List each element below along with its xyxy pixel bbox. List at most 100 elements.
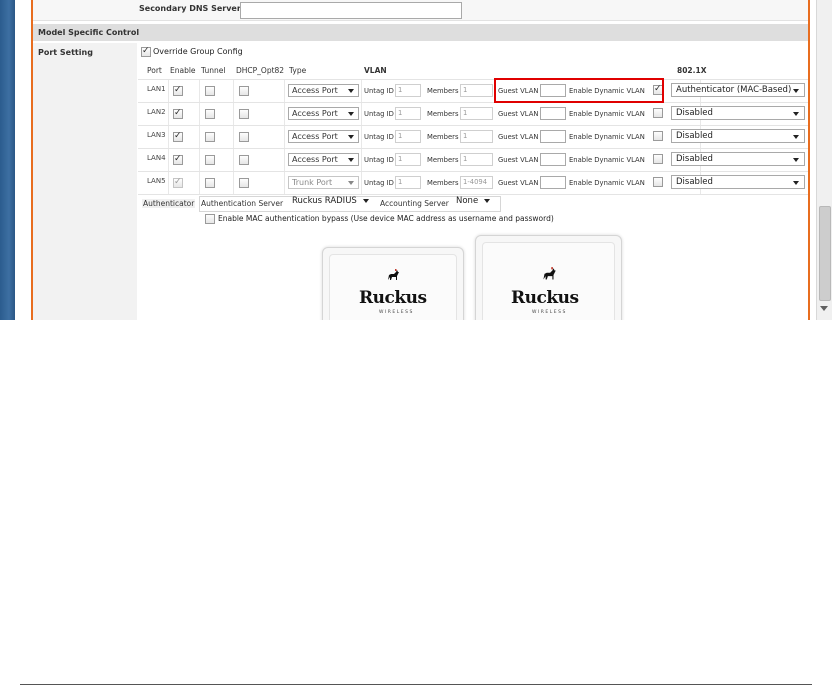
guest-vlan-label: Guest VLAN	[498, 110, 539, 118]
dynamic-vlan-checkbox[interactable]	[653, 108, 663, 118]
dhcp-opt82-checkbox[interactable]	[239, 155, 249, 165]
column-divider	[233, 103, 234, 125]
dot1x-select[interactable]: Disabled	[671, 175, 805, 189]
column-divider	[284, 103, 285, 125]
chevron-down-icon	[348, 112, 354, 116]
chevron-down-icon	[484, 198, 491, 203]
tunnel-checkbox[interactable]	[205, 132, 215, 142]
dynamic-vlan-checkbox[interactable]	[653, 177, 663, 187]
secondary-dns-row: Secondary DNS Server	[33, 0, 808, 21]
secondary-dns-label: Secondary DNS Server	[139, 4, 241, 13]
scrollbar-thumb[interactable]	[819, 206, 831, 301]
frame-border-right	[808, 0, 810, 320]
untag-id-input[interactable]: 1	[395, 107, 421, 120]
members-input[interactable]: 1	[460, 153, 493, 166]
dhcp-opt82-checkbox[interactable]	[239, 132, 249, 142]
column-divider	[168, 126, 169, 148]
untag-id-input[interactable]: 1	[395, 130, 421, 143]
device-brand-sub-right: WIRELESS	[532, 310, 567, 315]
enable-checkbox[interactable]	[173, 176, 183, 188]
members-label: Members	[427, 156, 459, 164]
tunnel-checkbox[interactable]	[205, 178, 215, 188]
dot1x-select[interactable]: Disabled	[671, 152, 805, 166]
untag-id-input[interactable]: 1	[395, 153, 421, 166]
tunnel-checkbox[interactable]	[205, 86, 215, 96]
dot1x-select[interactable]: Disabled	[671, 129, 805, 143]
dot1x-select[interactable]: Disabled	[671, 106, 805, 120]
vertical-scrollbar[interactable]	[816, 0, 832, 320]
access-point-image-right: Ruckus WIRELESS	[475, 235, 622, 320]
members-label: Members	[427, 179, 459, 187]
tunnel-checkbox[interactable]	[205, 155, 215, 165]
members-input[interactable]: 1	[460, 84, 493, 97]
scroll-down-arrow-icon[interactable]	[820, 306, 828, 311]
port-type-select[interactable]: Access Port	[288, 107, 359, 120]
guest-vlan-input[interactable]	[540, 153, 566, 166]
dynamic-vlan-checkbox[interactable]	[653, 154, 663, 164]
dhcp-opt82-checkbox[interactable]	[239, 109, 249, 119]
port-type-value: Trunk Port	[292, 178, 333, 187]
port-type-select[interactable]: Access Port	[288, 84, 359, 97]
col-header-dhcp: DHCP_Opt82	[236, 66, 285, 75]
column-divider	[361, 149, 362, 171]
dog-logo-icon	[543, 267, 556, 280]
dot1x-select[interactable]: Authenticator (MAC-Based)	[671, 83, 805, 97]
chevron-down-icon	[793, 89, 799, 93]
dynamic-vlan-checkbox[interactable]	[653, 131, 663, 141]
guest-vlan-input[interactable]	[540, 107, 566, 120]
secondary-dns-input[interactable]	[240, 2, 462, 19]
untag-id-input[interactable]: 1	[395, 84, 421, 97]
col-header-8021x: 802.1X	[677, 66, 707, 75]
guest-vlan-label: Guest VLAN	[498, 156, 539, 164]
col-header-vlan: VLAN	[364, 66, 387, 75]
acct-server-value: None	[456, 196, 479, 206]
untag-id-value: 1	[398, 132, 403, 140]
guest-vlan-input[interactable]	[540, 176, 566, 189]
members-input[interactable]: 1	[460, 130, 493, 143]
enable-checkbox[interactable]	[173, 130, 183, 142]
authenticator-label: Authenticator	[142, 199, 196, 208]
column-divider	[361, 126, 362, 148]
col-header-enable: Enable	[170, 66, 196, 75]
members-value: 1	[463, 109, 468, 117]
port-type-select[interactable]: Trunk Port	[288, 176, 359, 189]
untag-id-label: Untag ID	[364, 133, 394, 141]
port-name: LAN1	[147, 85, 166, 93]
column-divider	[199, 126, 200, 148]
mac-bypass-label: Enable MAC authentication bypass (Use de…	[218, 214, 554, 223]
auth-server-value: Ruckus RADIUS	[292, 196, 357, 206]
auth-server-select[interactable]: Ruckus RADIUS	[292, 196, 369, 206]
port-type-value: Access Port	[292, 109, 338, 118]
chevron-down-icon	[793, 112, 799, 116]
enable-checkbox[interactable]	[173, 107, 183, 119]
members-input[interactable]: 1-4094	[460, 176, 493, 189]
section-title: Model Specific Control	[38, 28, 140, 37]
dhcp-opt82-checkbox[interactable]	[239, 178, 249, 188]
dynamic-vlan-label: Enable Dynamic VLAN	[569, 156, 645, 164]
enable-checkbox[interactable]	[173, 84, 183, 96]
acct-server-select[interactable]: None	[456, 196, 491, 206]
chevron-down-icon	[348, 135, 354, 139]
members-input[interactable]: 1	[460, 107, 493, 120]
untag-id-value: 1	[398, 155, 403, 163]
device-brand-right: Ruckus	[511, 288, 579, 308]
enable-checkbox[interactable]	[173, 153, 183, 165]
mac-bypass-checkbox[interactable]	[205, 214, 215, 224]
override-group-config-checkbox[interactable]	[141, 45, 151, 57]
chevron-down-icon	[348, 181, 354, 185]
dynamic-vlan-label: Enable Dynamic VLAN	[569, 133, 645, 141]
dhcp-opt82-checkbox[interactable]	[239, 86, 249, 96]
port-type-select[interactable]: Access Port	[288, 130, 359, 143]
port-row: LAN2 Access Port Untag ID 1 Members 1 Guest VL…	[138, 102, 808, 125]
dot1x-value: Disabled	[676, 108, 713, 118]
column-divider	[233, 80, 234, 102]
members-label: Members	[427, 87, 459, 95]
acct-server-label: Accounting Server	[380, 199, 449, 208]
guest-vlan-input[interactable]	[540, 130, 566, 143]
port-type-select[interactable]: Access Port	[288, 153, 359, 166]
tunnel-checkbox[interactable]	[205, 109, 215, 119]
port-name: LAN3	[147, 131, 166, 139]
port-row: LAN4 Access Port Untag ID 1 Members 1 Guest VL…	[138, 148, 808, 171]
untag-id-input[interactable]: 1	[395, 176, 421, 189]
override-group-config-label: Override Group Config	[153, 47, 243, 56]
